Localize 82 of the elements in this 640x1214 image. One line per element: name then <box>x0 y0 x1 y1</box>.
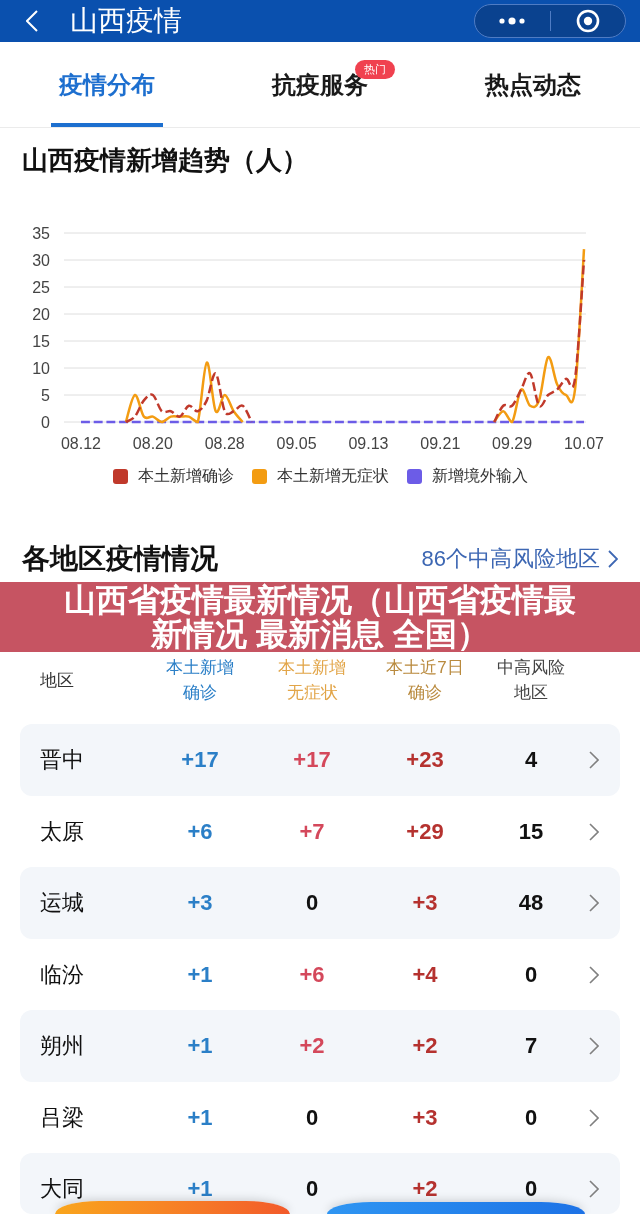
region-name: 运城 <box>40 889 84 917</box>
new-confirmed-count: +17 <box>181 746 219 774</box>
region-name: 晋中 <box>40 746 84 774</box>
new-confirmed-count: +1 <box>187 960 213 989</box>
week-confirmed-count: +4 <box>412 960 438 989</box>
table-row[interactable]: 晋中 +17 +17 +23 4 <box>20 724 620 796</box>
region-name: 朔州 <box>40 1032 84 1060</box>
y-axis-label: 35 <box>32 225 50 242</box>
page-title: 山西疫情 <box>70 4 182 38</box>
column-header: 地区 <box>40 669 74 692</box>
week-confirmed-count: +2 <box>412 1032 438 1060</box>
new-asymptomatic-count: +17 <box>293 746 331 774</box>
y-axis-label: 25 <box>32 279 50 296</box>
x-axis-label: 10.07 <box>564 435 604 452</box>
x-axis-label: 08.20 <box>132 435 173 452</box>
tab[interactable]: 热点动态 <box>477 42 590 127</box>
new-asymptomatic-count: 0 <box>305 1175 319 1203</box>
y-axis-label: 20 <box>32 306 50 323</box>
bottom-action-button[interactable] <box>327 1202 585 1214</box>
region-name: 太原 <box>40 817 84 846</box>
tab[interactable]: 疫情分布 <box>50 42 163 127</box>
y-axis-label: 5 <box>41 387 50 404</box>
region-name: 临汾 <box>40 960 84 989</box>
new-asymptomatic-count: +2 <box>299 1032 325 1060</box>
x-axis-label: 09.21 <box>420 435 461 452</box>
more-icon[interactable] <box>499 17 526 25</box>
x-axis-label: 09.05 <box>276 435 317 452</box>
bottom-action-button[interactable] <box>55 1201 290 1214</box>
new-asymptomatic-count: +6 <box>299 960 325 989</box>
column-header: 中高风险 地区 <box>497 657 565 704</box>
risk-area-count: 7 <box>524 1032 538 1060</box>
section-title: 各地区疫情情况 <box>22 542 218 576</box>
column-header: 本土新增 无症状 <box>278 657 346 704</box>
risk-area-count: 48 <box>518 889 544 917</box>
y-axis-label: 30 <box>32 252 50 269</box>
new-asymptomatic-count: 0 <box>305 889 319 917</box>
column-header: 本土新增 确诊 <box>166 657 234 704</box>
table-row[interactable]: 运城 +3 0 +3 48 <box>20 867 620 939</box>
week-confirmed-count: +29 <box>406 817 444 846</box>
y-axis-label: 15 <box>32 333 50 350</box>
legend-label: 本土新增确诊 <box>137 466 234 486</box>
caption-banner: 山西省疫情最新情况（山西省疫情最新情况 最新消息 全国） <box>0 582 640 652</box>
y-axis-label: 0 <box>41 414 50 431</box>
region-name: 大同 <box>40 1175 84 1203</box>
chevron-right-icon[interactable] <box>589 894 599 912</box>
chart-title: 山西疫情新增趋势（人） <box>22 145 308 175</box>
legend-label: 本土新增无症状 <box>276 466 389 486</box>
x-axis-label: 09.29 <box>492 435 533 452</box>
new-confirmed-count: +1 <box>187 1032 213 1060</box>
circle-dot-icon[interactable] <box>575 9 600 33</box>
risk-area-count: 0 <box>524 1175 538 1203</box>
chevron-right-icon[interactable] <box>589 751 599 769</box>
region-name: 吕梁 <box>40 1103 84 1132</box>
x-axis-label: 08.12 <box>61 435 101 452</box>
week-confirmed-count: +3 <box>412 1103 438 1132</box>
legend-label: 新增境外输入 <box>431 466 528 486</box>
new-confirmed-count: +1 <box>187 1175 213 1203</box>
chevron-right-icon[interactable] <box>589 1108 599 1127</box>
chevron-right-icon[interactable] <box>589 1180 599 1198</box>
new-confirmed-count: +3 <box>187 889 213 917</box>
y-axis-label: 10 <box>32 360 50 377</box>
new-confirmed-count: +6 <box>187 817 213 846</box>
back-icon[interactable] <box>26 10 38 32</box>
chevron-right-icon <box>608 550 618 568</box>
risk-area-count: 15 <box>518 817 544 846</box>
new-asymptomatic-count: 0 <box>305 1103 319 1132</box>
x-axis-label: 09.13 <box>348 435 389 452</box>
table-row[interactable]: 朔州 +1 +2 +2 7 <box>20 1010 620 1082</box>
risk-area-count: 0 <box>524 1103 538 1132</box>
new-asymptomatic-count: +7 <box>299 817 325 846</box>
chevron-right-icon[interactable] <box>589 822 599 841</box>
x-axis-label: 08.28 <box>204 435 245 452</box>
chevron-right-icon[interactable] <box>589 1037 599 1055</box>
risk-area-count: 4 <box>524 746 538 774</box>
week-confirmed-count: +3 <box>412 889 438 917</box>
column-header: 本土近7日 确诊 <box>386 657 464 704</box>
risk-area-count: 0 <box>524 960 538 989</box>
week-confirmed-count: +2 <box>412 1175 438 1203</box>
week-confirmed-count: +23 <box>406 746 444 774</box>
chevron-right-icon[interactable] <box>589 965 599 984</box>
new-confirmed-count: +1 <box>187 1103 213 1132</box>
risk-areas-link[interactable]: 86个中高风险地区 <box>421 544 618 574</box>
